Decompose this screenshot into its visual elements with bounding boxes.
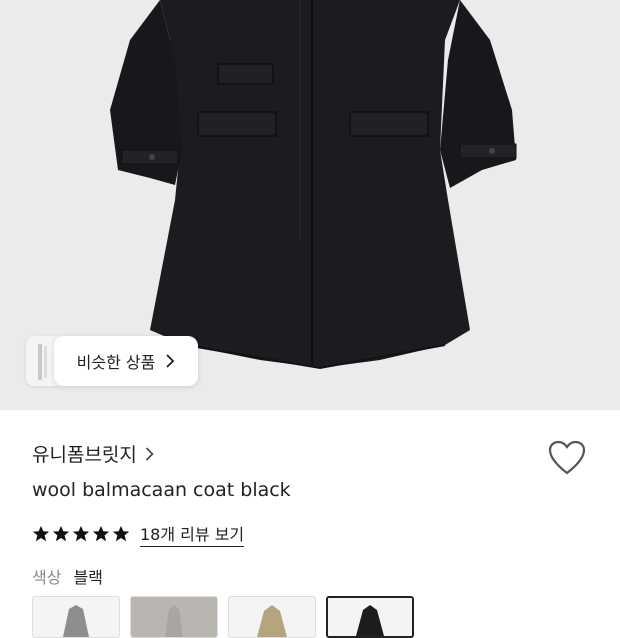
color-row: 색상 블랙 (32, 564, 103, 588)
similar-products-label: 비슷한 상품 (76, 353, 156, 372)
product-title: wool balmacaan coat black (32, 479, 291, 501)
product-image[interactable]: 비슷한 상품 (0, 0, 620, 410)
rating-stars (32, 525, 130, 543)
brand-name: 유니폼브릿지 (32, 444, 137, 466)
similar-products-button[interactable]: 비슷한 상품 (54, 336, 198, 386)
star-icon (72, 525, 90, 542)
color-swatch-black[interactable] (326, 596, 414, 638)
star-icon (112, 525, 130, 542)
color-label: 색상 (32, 568, 62, 587)
brand-link[interactable]: 유니폼브릿지 (32, 440, 154, 467)
color-value: 블랙 (73, 568, 103, 587)
star-icon (52, 525, 70, 542)
color-swatch-beige[interactable] (228, 596, 316, 638)
color-swatch-grey[interactable] (32, 596, 120, 638)
color-swatches (32, 596, 414, 638)
chevron-right-icon (145, 446, 154, 461)
color-swatch-light-grey[interactable] (130, 596, 218, 638)
star-icon (92, 525, 110, 542)
rating-row: 18개 리뷰 보기 (32, 521, 245, 547)
star-icon (32, 525, 50, 542)
reviews-link[interactable]: 18개 리뷰 보기 (140, 521, 245, 547)
heart-icon[interactable] (548, 440, 586, 476)
chevron-right-icon (166, 354, 175, 368)
